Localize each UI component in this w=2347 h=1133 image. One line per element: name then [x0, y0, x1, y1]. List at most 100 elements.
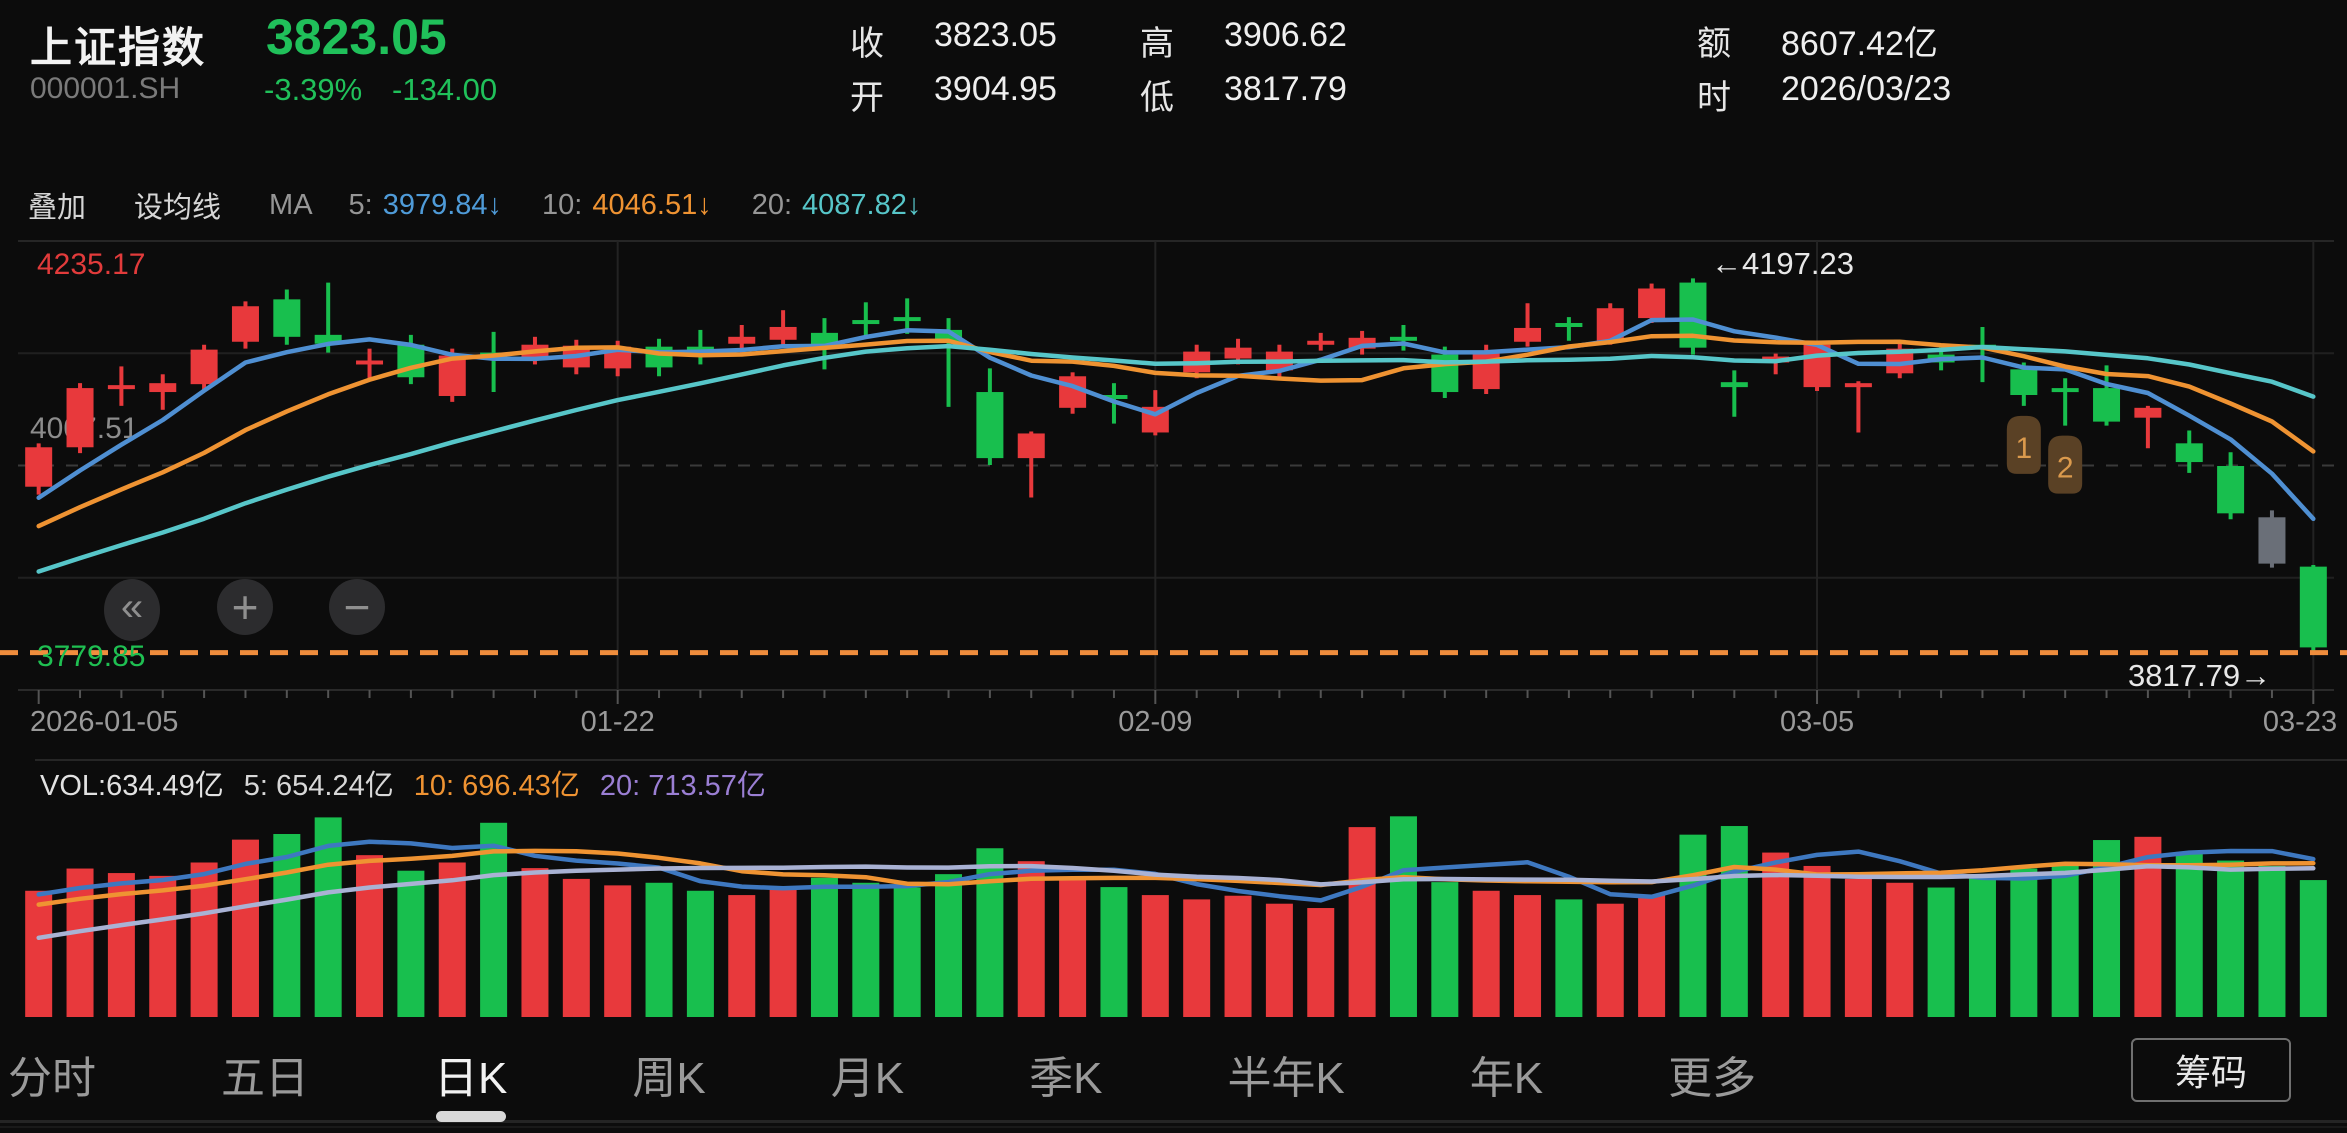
volume-bar[interactable] — [1928, 888, 1955, 1017]
volume-bar[interactable] — [1225, 896, 1252, 1017]
volume-bar[interactable] — [1100, 887, 1127, 1017]
volume-bar[interactable] — [1266, 904, 1293, 1017]
axis-min-label: 3779.85 — [37, 640, 145, 674]
candle[interactable] — [2176, 443, 2203, 462]
volume-bar[interactable] — [1473, 891, 1500, 1017]
volume-bar[interactable] — [1059, 878, 1086, 1017]
volume-bar[interactable] — [1390, 816, 1417, 1017]
volume-bar[interactable] — [728, 895, 755, 1017]
candle[interactable] — [2093, 388, 2120, 422]
tab-half-year-k[interactable]: 半年K — [1227, 1042, 1344, 1106]
volume-ma10: 10: 696.43亿 — [414, 762, 580, 804]
candle[interactable] — [2134, 408, 2161, 418]
tab-monthly-k[interactable]: 月K — [831, 1042, 904, 1106]
period-tabbar: 分时 五日 日K 周K 月K 季K 半年K 年K 更多 — [8, 1042, 1756, 1106]
candle[interactable] — [1059, 376, 1086, 408]
candle[interactable] — [2052, 388, 2079, 392]
candle[interactable] — [852, 320, 879, 324]
candle[interactable] — [191, 350, 218, 385]
volume-bar[interactable] — [356, 855, 383, 1017]
volume-bar[interactable] — [397, 871, 424, 1017]
collapse-button[interactable]: « — [104, 579, 160, 641]
candle[interactable] — [2258, 517, 2285, 563]
candle[interactable] — [1018, 433, 1045, 458]
volume-bar[interactable] — [1679, 835, 1706, 1017]
candle[interactable] — [1721, 382, 1748, 387]
volume-bar[interactable] — [2258, 866, 2285, 1017]
volume-bar[interactable] — [646, 883, 673, 1017]
tab-quarterly-k[interactable]: 季K — [1029, 1042, 1102, 1106]
volume-current: VOL:634.49亿 — [40, 762, 224, 804]
candle[interactable] — [1555, 323, 1582, 327]
tab-daily-k[interactable]: 日K — [434, 1042, 507, 1106]
candle[interactable] — [2217, 466, 2244, 513]
volume-bar[interactable] — [1349, 827, 1376, 1017]
volume-bar[interactable] — [604, 885, 631, 1017]
tab-five-day[interactable]: 五日 — [221, 1042, 309, 1106]
volume-bar[interactable] — [439, 862, 466, 1017]
candle[interactable] — [1845, 383, 1872, 387]
event-marker-number: 1 — [2015, 432, 2032, 465]
tab-weekly-k[interactable]: 周K — [632, 1042, 705, 1106]
candle[interactable] — [108, 385, 135, 389]
tab-minute[interactable]: 分时 — [8, 1042, 96, 1106]
zoom-out-button[interactable]: − — [329, 579, 385, 635]
candle[interactable] — [232, 306, 259, 342]
volume-bar[interactable] — [1431, 882, 1458, 1017]
volume-bar[interactable] — [273, 834, 300, 1017]
candle[interactable] — [770, 327, 797, 340]
volume-bar[interactable] — [521, 868, 548, 1017]
volume-bar[interactable] — [1555, 899, 1582, 1017]
candle[interactable] — [1514, 328, 1541, 342]
volume-bar[interactable] — [1183, 899, 1210, 1017]
volume-bar[interactable] — [687, 891, 714, 1017]
volume-bar[interactable] — [1597, 904, 1624, 1017]
candle[interactable] — [2300, 567, 2327, 648]
candle[interactable] — [67, 388, 94, 447]
candle[interactable] — [976, 392, 1003, 458]
volume-bar[interactable] — [1638, 895, 1665, 1017]
volume-bar[interactable] — [1307, 908, 1334, 1017]
tab-more[interactable]: 更多 — [1668, 1042, 1756, 1106]
high-price-annotation: ←4197.23 — [1711, 246, 1854, 282]
candle[interactable] — [894, 317, 921, 321]
volume-bar[interactable] — [1845, 879, 1872, 1017]
volume-bar[interactable] — [2176, 852, 2203, 1017]
volume-bar[interactable] — [1142, 895, 1169, 1017]
volume-bar[interactable] — [894, 888, 921, 1017]
volume-bar[interactable] — [25, 891, 52, 1017]
candle[interactable] — [2010, 369, 2037, 395]
volume-bar[interactable] — [935, 874, 962, 1017]
candle[interactable] — [1225, 348, 1252, 359]
candle[interactable] — [149, 383, 176, 392]
candle[interactable] — [356, 360, 383, 364]
volume-header: VOL:634.49亿 5: 654.24亿 10: 696.43亿 20: 7… — [40, 762, 766, 804]
volume-bar[interactable] — [2217, 861, 2244, 1017]
volume-bar[interactable] — [770, 888, 797, 1017]
volume-bar[interactable] — [2300, 880, 2327, 1017]
zoom-in-button[interactable]: + — [217, 579, 273, 635]
volume-bar[interactable] — [2010, 869, 2037, 1017]
volume-bar[interactable] — [1018, 861, 1045, 1017]
candle[interactable] — [1307, 341, 1334, 345]
candle[interactable] — [1473, 351, 1500, 389]
volume-bar[interactable] — [1721, 826, 1748, 1017]
ma20-line — [39, 346, 2314, 571]
tab-yearly-k[interactable]: 年K — [1470, 1042, 1543, 1106]
candle[interactable] — [25, 447, 52, 486]
candle[interactable] — [1390, 337, 1417, 341]
chip-distribution-button[interactable]: 筹码 — [2131, 1038, 2291, 1102]
volume-bar[interactable] — [2052, 866, 2079, 1017]
volume-bar[interactable] — [563, 879, 590, 1017]
volume-bar[interactable] — [149, 876, 176, 1017]
volume-bar[interactable] — [1969, 875, 1996, 1017]
candle[interactable] — [1638, 289, 1665, 319]
volume-bar[interactable] — [1886, 883, 1913, 1017]
volume-bar[interactable] — [1804, 866, 1831, 1017]
candle[interactable] — [728, 337, 755, 344]
volume-bar[interactable] — [811, 878, 838, 1017]
candle[interactable] — [273, 299, 300, 336]
volume-bar[interactable] — [1514, 895, 1541, 1017]
candlestick-chart[interactable]: 12 — [0, 0, 2347, 1133]
volume-bar[interactable] — [852, 883, 879, 1017]
